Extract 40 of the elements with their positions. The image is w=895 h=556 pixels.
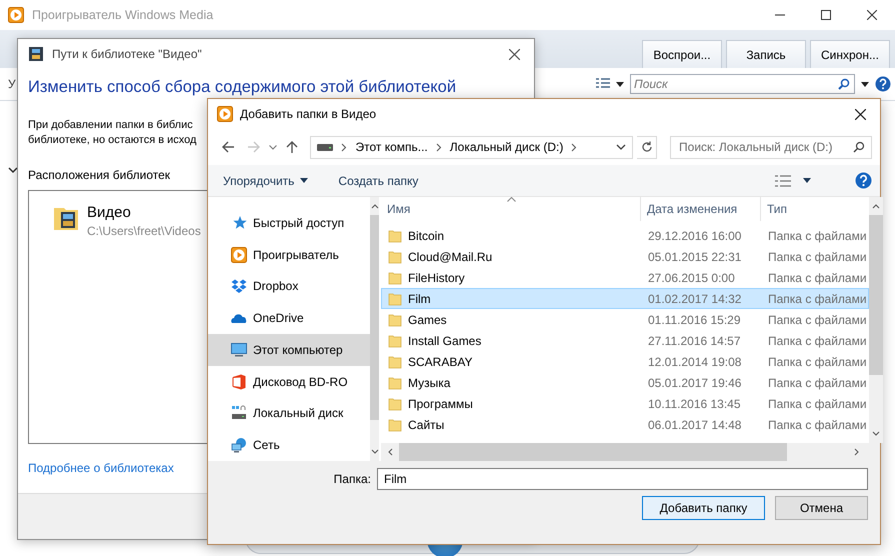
modified-date: 05.01.2017 19:46	[648, 376, 742, 390]
folder-name: Сайты	[408, 418, 444, 432]
folder-name: SCARABAY	[408, 354, 472, 368]
description-text: При добавлении папки в библис библиотеке, но остаются в исход	[28, 118, 196, 148]
folder-name: Cloud@Mail.Ru	[408, 250, 492, 264]
folder-label: Папка:	[334, 472, 371, 486]
file-type: Папка с файлами	[768, 334, 867, 348]
file-type: Папка с файлами	[768, 418, 867, 432]
folder-name: Film	[408, 292, 431, 306]
modified-date: 29.12.2016 16:00	[648, 228, 742, 242]
section-label: Расположения библиотек	[28, 168, 170, 182]
location-path: C:\Users\freet\Videos	[87, 224, 201, 238]
toolbar-text: У	[8, 77, 16, 91]
modified-date: 05.01.2015 22:31	[648, 250, 742, 264]
modified-date: 27.06.2015 0:00	[648, 270, 735, 284]
folder-name: Bitcoin	[408, 228, 444, 242]
dialog-title: Добавить папки в Видео	[240, 107, 378, 121]
modified-date: 10.11.2016 13:45	[648, 396, 741, 410]
folder-name: Games	[408, 312, 447, 326]
file-type: Папка с файлами	[768, 354, 867, 368]
file-type: Папка с файлами	[768, 270, 867, 284]
modified-date: 01.11.2016 15:29	[648, 312, 741, 326]
dialog-title: Пути к библиотеке "Видео"	[52, 47, 203, 61]
folder-name: Музыка	[408, 376, 450, 390]
file-type: Папка с файлами	[768, 312, 867, 326]
modified-date: 01.02.2017 14:32	[648, 292, 742, 306]
modified-date: 06.01.2017 14:48	[648, 418, 742, 432]
file-type: Папка с файлами	[768, 292, 867, 306]
folder-name: Программы	[408, 396, 473, 410]
location-name: Видео	[87, 204, 132, 221]
modified-date: 27.11.2016 14:57	[648, 334, 741, 348]
file-type: Папка с файлами	[768, 376, 867, 390]
file-type: Папка с файлами	[768, 250, 867, 264]
folder-name: Install Games	[408, 334, 482, 348]
dialog-heading: Изменить способ сбора содержимого этой библиотекой	[28, 78, 458, 96]
file-type: Папка с файлами	[768, 228, 867, 242]
folder-name: FileHistory	[408, 270, 465, 284]
modified-date: 12.01.2014 19:08	[648, 354, 742, 368]
window-title: Проигрыватель Windows Media	[32, 8, 214, 22]
file-type: Папка с файлами	[768, 396, 867, 410]
